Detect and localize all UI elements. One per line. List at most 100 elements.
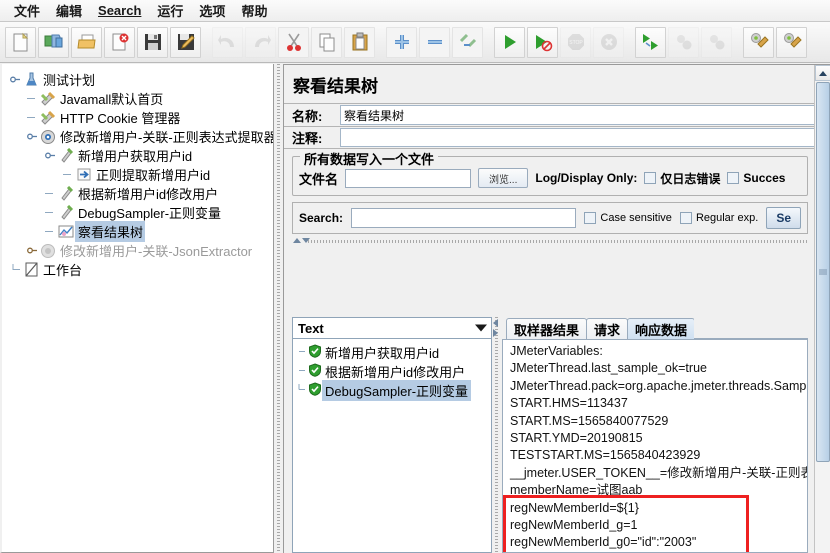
expand-handle-icon[interactable] xyxy=(27,131,38,142)
renderer-combo[interactable]: Text xyxy=(292,317,492,339)
stop-remote-all-icon[interactable] xyxy=(668,26,699,58)
expand-handle-icon[interactable] xyxy=(10,74,21,85)
stop-icon[interactable]: STOP xyxy=(560,26,591,58)
open-folder-icon[interactable] xyxy=(71,26,102,58)
collapse-handle-icon[interactable] xyxy=(27,245,38,256)
undo-icon[interactable] xyxy=(212,26,243,58)
response-data-view[interactable]: JMeterVariables: JMeterThread.last_sampl… xyxy=(502,339,808,553)
cut-icon[interactable] xyxy=(278,26,309,58)
checkbox-box[interactable] xyxy=(644,172,657,184)
checkbox-label: 仅日志错误 xyxy=(660,171,721,186)
results-tree[interactable]: 新增用户获取用户id 根据新增用户id修改用户 DebugSampler-正则变… xyxy=(292,339,492,553)
tree-line xyxy=(63,169,74,180)
scrollbar-thumb[interactable] xyxy=(816,82,830,462)
horizontal-splitter[interactable] xyxy=(292,238,808,245)
menu-run[interactable]: 运行 xyxy=(149,0,191,22)
result-item-3[interactable]: DebugSampler-正则变量 xyxy=(297,380,491,401)
menu-file[interactable]: 文件 xyxy=(6,0,48,22)
result-item-2[interactable]: 根据新增用户id修改用户 xyxy=(297,362,491,381)
start-icon[interactable] xyxy=(494,26,525,58)
errors-only-checkbox[interactable]: 仅日志错误 xyxy=(644,170,720,187)
shutdown-icon[interactable] xyxy=(593,26,624,58)
tab-sampler-result[interactable]: 取样器结果 xyxy=(506,318,588,339)
collapse-down-icon[interactable] xyxy=(302,238,310,243)
menu-edit[interactable]: 编辑 xyxy=(48,0,90,22)
toolbar-group-clear xyxy=(742,26,808,58)
result-item-label: 新增用户获取用户id xyxy=(325,346,440,361)
page-title: 察看结果树 xyxy=(293,77,378,96)
tree-node-thread-group-json[interactable]: 修改新增用户-关联-JsonExtractor xyxy=(6,241,271,260)
save-icon[interactable] xyxy=(137,26,168,58)
toolbar: STOP xyxy=(0,22,830,63)
menu-search[interactable]: Search xyxy=(90,1,149,20)
tree-node-thread-group-regex[interactable]: 修改新增用户-关联-正则表达式提取器 xyxy=(6,127,273,146)
toolbar-group-run: STOP xyxy=(493,26,625,58)
collapse-right-icon[interactable] xyxy=(493,329,498,337)
tab-response-data[interactable]: 响应数据 xyxy=(627,318,696,339)
filename-input[interactable] xyxy=(345,168,472,188)
tree-node-add-user-get-id[interactable]: 新增用户获取用户id xyxy=(6,146,271,165)
vertical-splitter[interactable] xyxy=(274,64,283,553)
success-only-checkbox[interactable]: Succes xyxy=(727,171,785,185)
panel-scroll-host: 察看结果树 名称: 察看结果树 注释: 所有数据写入一个文件 文件名 浏览...… xyxy=(284,65,814,553)
paste-icon[interactable] xyxy=(344,26,375,58)
toolbar-group-file xyxy=(4,26,202,58)
redo-icon[interactable] xyxy=(245,26,276,58)
clear-all-icon[interactable] xyxy=(776,26,807,58)
toggle-icon[interactable] xyxy=(452,26,483,58)
search-input[interactable] xyxy=(351,208,577,228)
test-plan-tree[interactable]: 测试计划 Javamall默认首页 HTTP Cookie 管理器 修改新增用户… xyxy=(0,64,274,553)
filename-label: 文件名 xyxy=(299,171,339,187)
response-line: START.MS=1565840077529 xyxy=(510,413,669,428)
menu-options[interactable]: 选项 xyxy=(191,0,233,22)
close-file-icon[interactable] xyxy=(104,26,135,58)
comment-input[interactable] xyxy=(340,128,814,147)
tree-node-view-results-tree[interactable]: 察看结果树 xyxy=(6,221,271,242)
result-item-label-selected: DebugSampler-正则变量 xyxy=(322,380,472,401)
toolbar-separator-3 xyxy=(484,27,493,57)
regular-exp-checkbox[interactable]: Regular exp. xyxy=(679,212,758,224)
tree-line xyxy=(27,112,38,123)
new-file-icon[interactable] xyxy=(5,26,36,58)
results-splitter[interactable] xyxy=(492,317,502,553)
post-processor-icon xyxy=(75,166,93,183)
case-sensitive-checkbox[interactable]: Case sensitive xyxy=(584,212,672,224)
toolbar-separator-1 xyxy=(202,27,211,57)
response-line: TESTSTART.MS=1565840423929 xyxy=(510,448,701,463)
search-button[interactable]: Se xyxy=(766,207,801,229)
save-as-icon[interactable] xyxy=(170,26,201,58)
chevron-down-icon[interactable] xyxy=(475,324,487,332)
tree-node-regex-extract-id[interactable]: 正则提取新增用户id xyxy=(6,165,271,184)
http-sampler-icon xyxy=(39,90,57,107)
checkbox-box[interactable] xyxy=(679,212,692,224)
tree-node-modify-user-by-id[interactable]: 根据新增用户id修改用户 xyxy=(6,184,271,203)
result-item-1[interactable]: 新增用户获取用户id xyxy=(297,343,491,362)
collapse-left-icon[interactable] xyxy=(493,319,498,327)
menu-bar: 文件 编辑 Search 运行 选项 帮助 xyxy=(0,0,830,22)
collapse-up-icon[interactable] xyxy=(293,238,301,243)
collapse-all-icon[interactable] xyxy=(419,26,450,58)
search-label: Search: xyxy=(299,211,344,225)
status-ok-icon xyxy=(308,363,322,380)
tree-node-debug-sampler[interactable]: DebugSampler-正则变量 xyxy=(6,203,271,222)
clear-icon[interactable] xyxy=(743,26,774,58)
expand-handle-icon[interactable] xyxy=(45,150,56,161)
tab-request[interactable]: 请求 xyxy=(586,318,629,339)
shutdown-remote-all-icon[interactable] xyxy=(701,26,732,58)
scroll-up-button[interactable] xyxy=(815,65,830,81)
tree-node-test-plan[interactable]: 测试计划 xyxy=(6,70,271,89)
panel-vertical-scrollbar[interactable] xyxy=(814,65,830,553)
start-no-pause-icon[interactable] xyxy=(527,26,558,58)
menu-help[interactable]: 帮助 xyxy=(233,0,275,22)
tree-node-http-cookie-manager[interactable]: HTTP Cookie 管理器 xyxy=(6,108,271,127)
browse-button[interactable]: 浏览... xyxy=(478,168,529,188)
name-input[interactable]: 察看结果树 xyxy=(340,105,814,125)
checkbox-box[interactable] xyxy=(727,172,740,184)
expand-all-icon[interactable] xyxy=(386,26,417,58)
checkbox-box[interactable] xyxy=(584,212,597,224)
start-remote-all-icon[interactable] xyxy=(635,26,666,58)
tree-node-javamall-home[interactable]: Javamall默认首页 xyxy=(6,89,271,108)
templates-icon[interactable] xyxy=(38,26,69,58)
copy-icon[interactable] xyxy=(311,26,342,58)
tree-node-workbench[interactable]: 工作台 xyxy=(6,260,271,279)
